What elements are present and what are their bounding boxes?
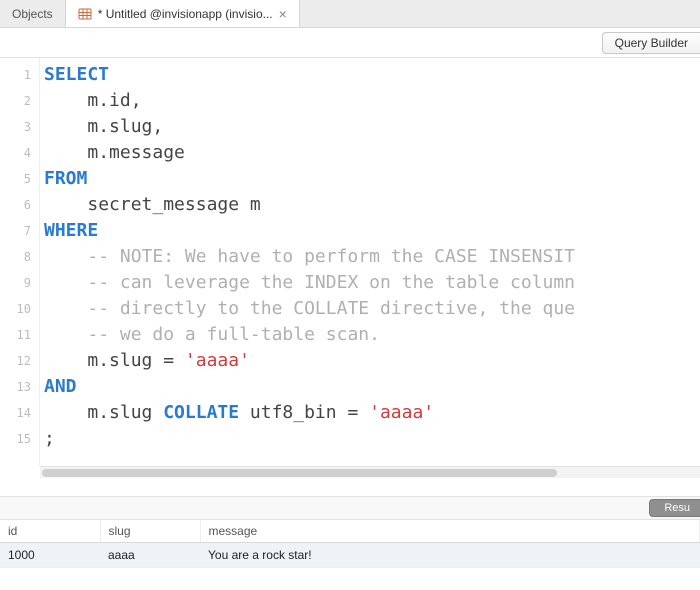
tab-objects[interactable]: Objects bbox=[0, 0, 66, 27]
tab-active-label: * Untitled @invisionapp (invisio... bbox=[98, 7, 273, 21]
sql-editor[interactable]: SELECT m.id, m.slug, m.message FROM secr… bbox=[40, 58, 700, 466]
horizontal-scrollbar[interactable] bbox=[40, 466, 700, 478]
tab-query-active[interactable]: * Untitled @invisionapp (invisio... × bbox=[66, 0, 300, 27]
line-gutter: 123456789101112131415 bbox=[0, 58, 40, 466]
column-header-slug[interactable]: slug bbox=[100, 520, 200, 543]
close-icon[interactable]: × bbox=[279, 7, 287, 21]
column-header-message[interactable]: message bbox=[200, 520, 700, 543]
column-header-id[interactable]: id bbox=[0, 520, 100, 543]
results-button[interactable]: Resu bbox=[649, 499, 700, 517]
results-panel: id slug message 1000 aaaa You are a rock… bbox=[0, 520, 700, 590]
table-row[interactable]: 1000 aaaa You are a rock star! bbox=[0, 543, 700, 568]
tab-objects-label: Objects bbox=[12, 7, 53, 21]
editor-area: 123456789101112131415 SELECT m.id, m.slu… bbox=[0, 58, 700, 478]
table-icon bbox=[78, 7, 92, 21]
scrollbar-thumb[interactable] bbox=[42, 469, 557, 477]
results-toolbar: Resu bbox=[0, 496, 700, 520]
query-builder-button[interactable]: Query Builder bbox=[602, 32, 700, 54]
results-table: id slug message 1000 aaaa You are a rock… bbox=[0, 520, 700, 568]
cell-slug: aaaa bbox=[100, 543, 200, 568]
cell-id: 1000 bbox=[0, 543, 100, 568]
tab-bar: Objects * Untitled @invisionapp (invisio… bbox=[0, 0, 700, 28]
editor-toolbar: Query Builder bbox=[0, 28, 700, 58]
cell-message: You are a rock star! bbox=[200, 543, 700, 568]
